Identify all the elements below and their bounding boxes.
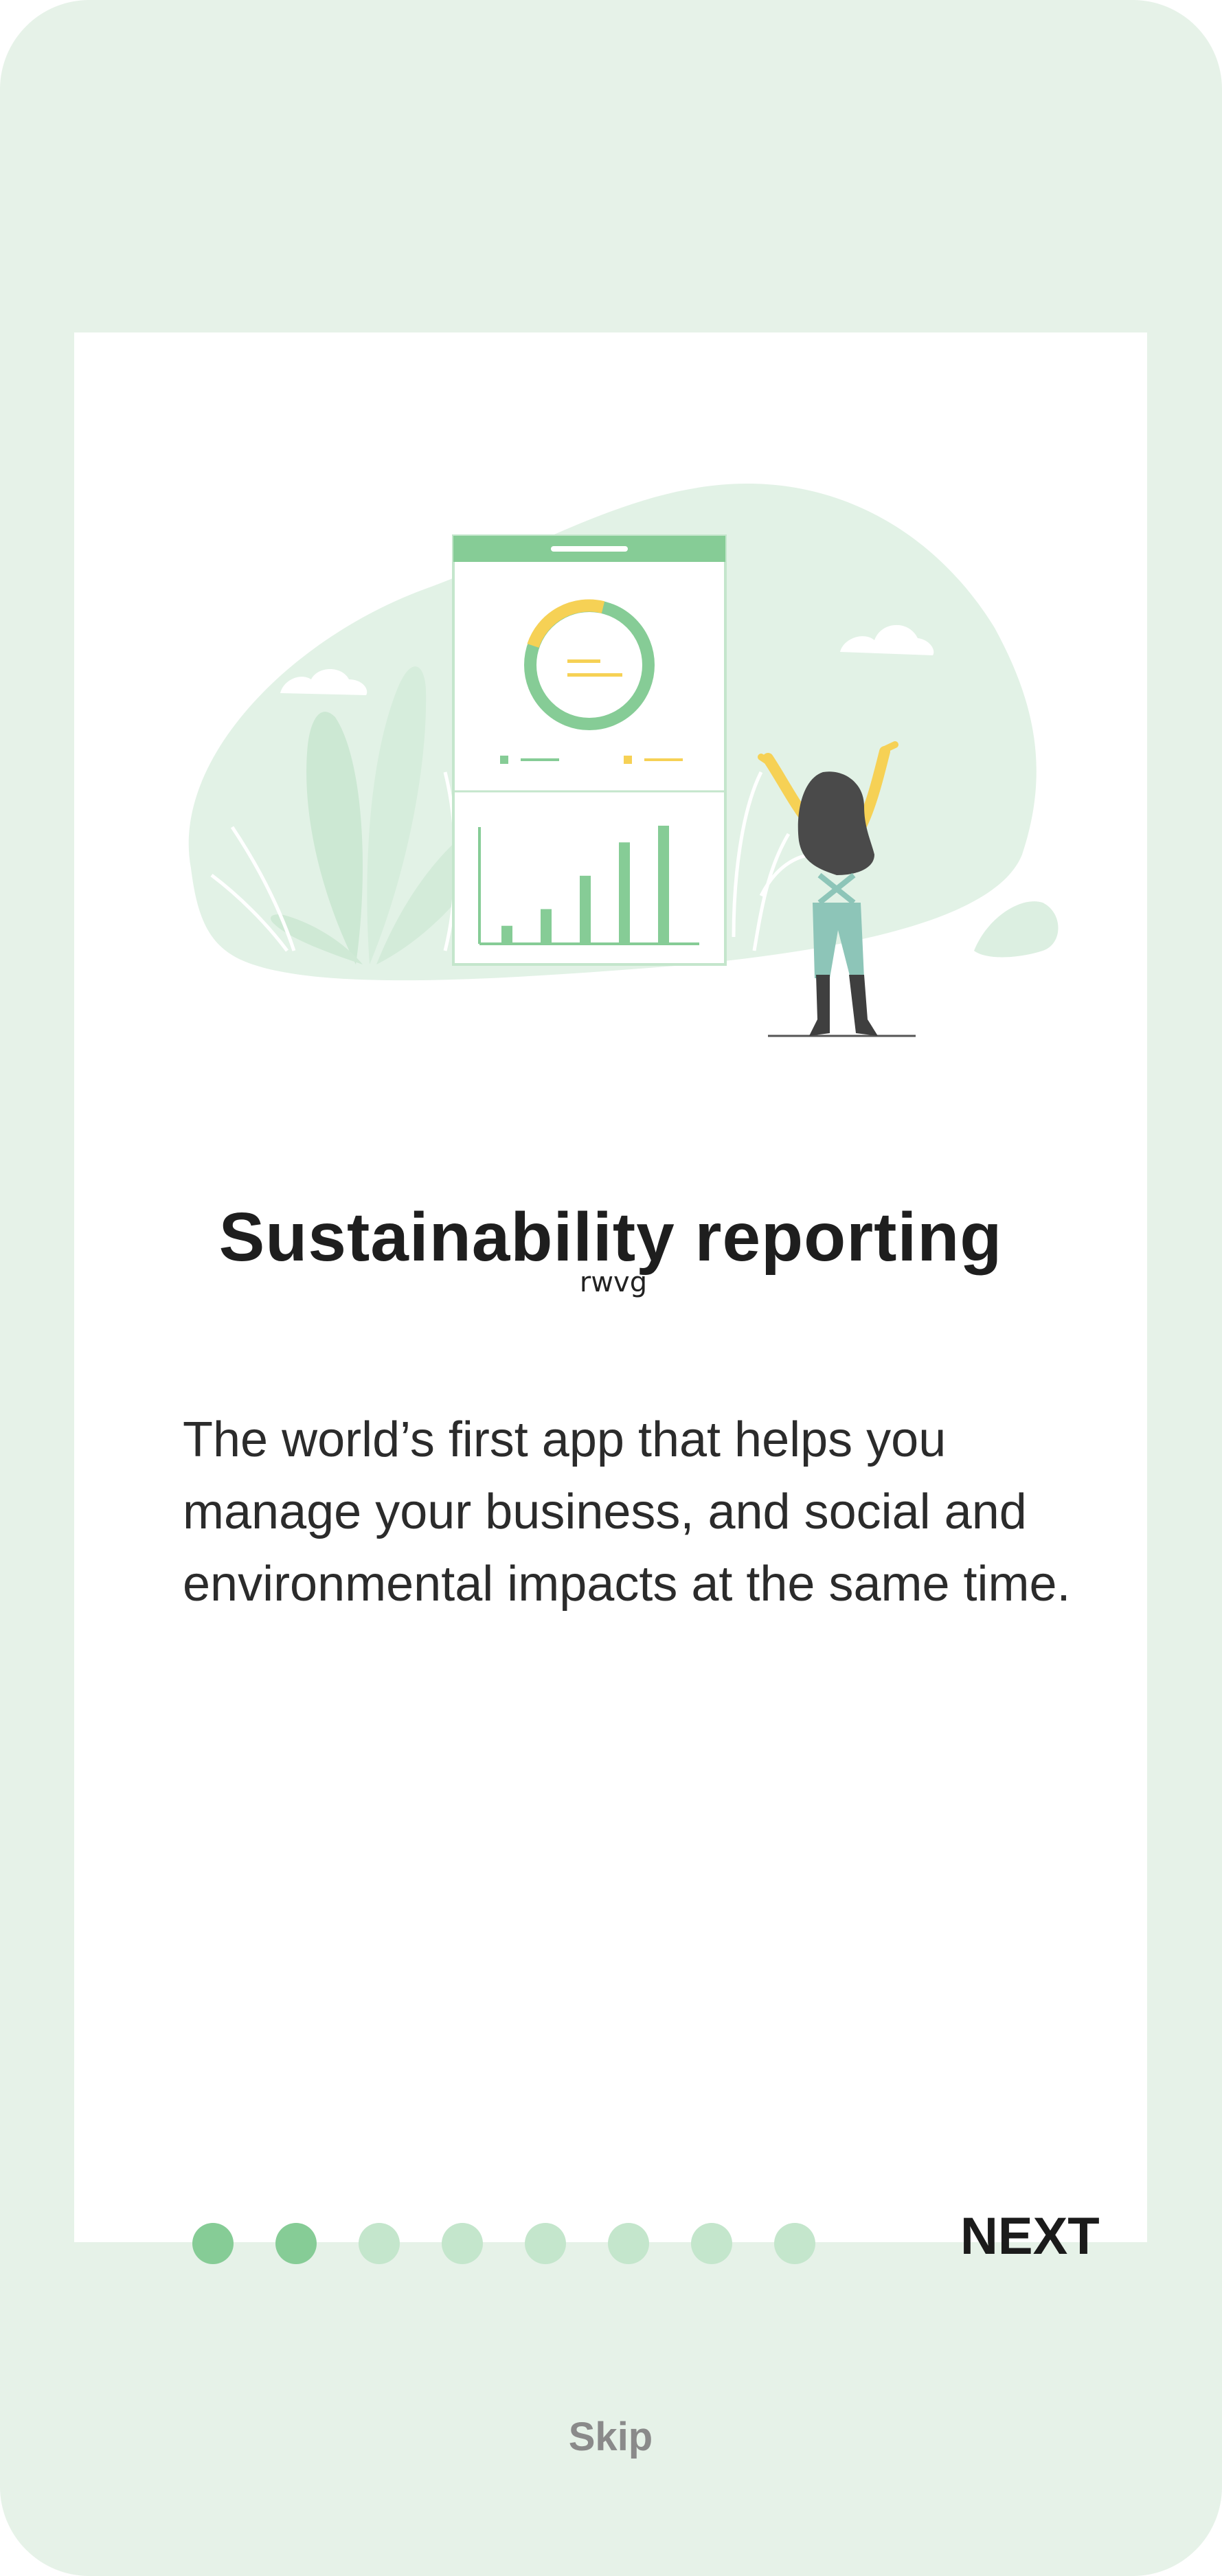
title-overlay-text: rwvg [579,1267,648,1298]
blob-small [974,901,1059,958]
phone-frame: Sustainability reporting rwvg The world’… [0,0,1222,2576]
legend-swatch [624,756,632,764]
page-dot[interactable] [442,2223,483,2264]
skip-button[interactable]: Skip [74,2414,1147,2460]
onboarding-title: Sustainability reporting [218,1199,1003,1276]
onboarding-card: Sustainability reporting rwvg The world’… [74,332,1147,2459]
onboarding-description: The world’s first app that helps you man… [183,1412,1071,1612]
page-dot[interactable] [608,2223,649,2264]
next-button[interactable]: NEXT [960,2206,1100,2266]
legend-swatch [500,756,508,764]
boot-right [849,975,878,1036]
page-dot[interactable] [359,2223,400,2264]
page-dot[interactable] [691,2223,732,2264]
report-header-line [551,546,628,552]
boot-left [809,975,830,1036]
sustainability-illustration [188,484,1059,1037]
chart-bar [619,842,630,942]
chart-bar [501,925,512,942]
chart-bar [580,875,591,942]
chart-bar [658,826,669,942]
chart-bar [541,909,552,942]
page-dot[interactable] [525,2223,566,2264]
page-dot[interactable] [774,2223,815,2264]
page-indicator[interactable] [192,2223,857,2264]
page-dot[interactable] [192,2223,234,2264]
page-dot[interactable] [275,2223,317,2264]
